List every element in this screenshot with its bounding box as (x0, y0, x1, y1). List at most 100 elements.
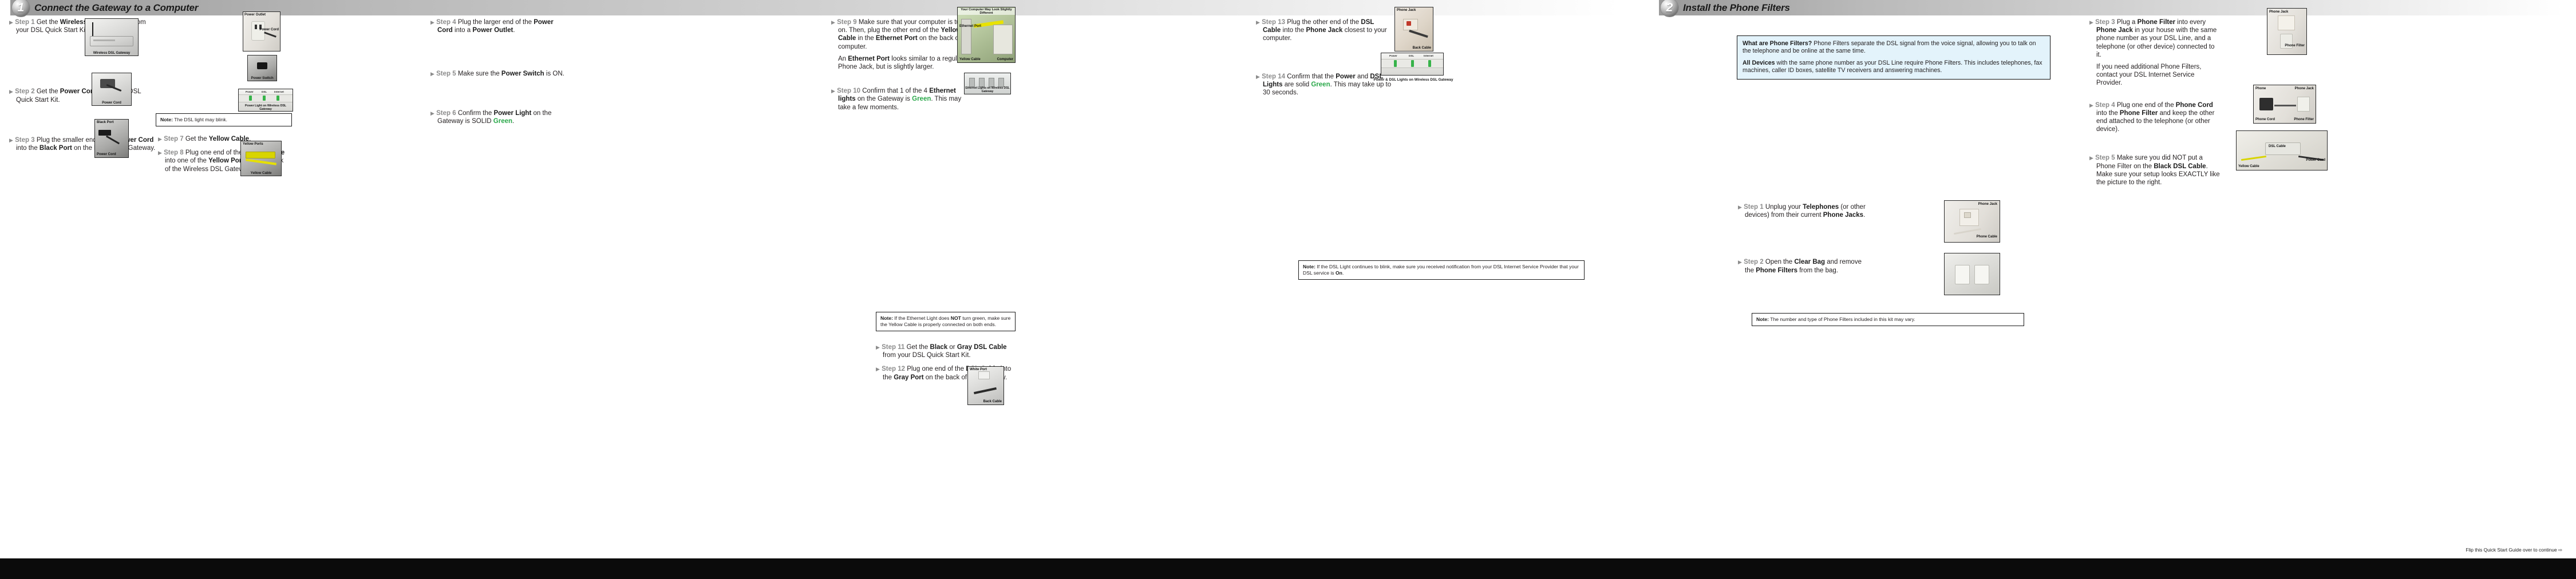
bullet-triangle-icon: ▶ (1256, 73, 1260, 80)
figure-correct-setup: DSL Cable Power Cord Yellow Cable (2236, 130, 2328, 170)
figure-phone-filter-in-jack: Phone Jack Phone Filter (2267, 8, 2307, 55)
step-14: ▶ Step 14 Confirm that the Power and DSL… (1256, 73, 1393, 97)
note-prefix: Note: (1756, 316, 1769, 322)
phonejack-photo (1395, 7, 1433, 51)
figure-label-yellow-cable: Yellow Cable (2238, 165, 2259, 168)
led-label-dsl: DSL (262, 90, 267, 93)
figure-power-switch: Power Switch (247, 55, 277, 81)
note-dsl-light-blink: Note: The DSL light may blink. (156, 113, 292, 127)
outlet-photo (243, 12, 280, 51)
figure-power-cord: Power Cord (92, 73, 132, 106)
led-power (1394, 60, 1397, 67)
led-label-power: Power (246, 90, 254, 93)
bullet-triangle-icon: ▶ (9, 137, 13, 143)
figure-label-phone-cord: Phone Cord (2255, 118, 2275, 121)
bullet-triangle-icon: ▶ (2089, 19, 2093, 25)
figure-label-power-outlet: Power Outlet (244, 13, 266, 17)
figure-label-phone-cable: Phone Cable (1976, 235, 1997, 239)
figure-phone-jack-dsl: Phone Jack Back Cable (1394, 7, 1433, 51)
figure-caption-power-dsl-lights: Power & DSL Lights on Wireless DSL Gatew… (1373, 78, 1453, 82)
bullet-triangle-icon: ▶ (9, 19, 13, 25)
figure-phone-cord-filter: Phone Phone Jack Phone Cord Phone Filter (2253, 85, 2316, 124)
column-4: ▶ Step 13 Plug the other end of the DSL … (1256, 16, 1393, 98)
step-11-label: Step 11 (882, 344, 905, 351)
section-1-title: Connect the Gateway to a Computer (34, 2, 199, 13)
note-text: If the DSL Light continues to blink, mak… (1303, 264, 1579, 276)
figure-label-yellow-cable: Yellow Cable (959, 58, 981, 61)
step-5: ▶ Step 5 Make sure the Power Switch is O… (430, 70, 568, 78)
infobox-q-bold: What are Phone Filters? (1743, 40, 1812, 47)
bullet-triangle-icon: ▶ (1738, 204, 1742, 210)
led-power (249, 96, 252, 101)
step-9-paragraph: An Ethernet Port looks similar to a regu… (838, 55, 963, 71)
bullet-triangle-icon: ▶ (9, 89, 13, 95)
note-dsl-service-on: Note: If the DSL Light continues to blin… (1298, 260, 1585, 280)
filter-step-2-label: Step 2 (1744, 259, 1764, 266)
step-7-label: Step 7 (164, 136, 184, 142)
step-3-label: Step 3 (15, 136, 35, 144)
figure-label-back-cable: Back Cable (983, 400, 1002, 403)
step-10: ▶ Step 10 Confirm that 1 of the 4 Ethern… (831, 87, 973, 112)
flip-guide-note: Flip this Quick Start Guide over to cont… (2466, 547, 2562, 553)
figure-label-power-cord: Power Cord (97, 153, 116, 156)
step-2-label: Step 2 (15, 88, 35, 96)
filter-step-1-label: Step 1 (1744, 204, 1764, 211)
figure-caption: Power Light on Wireless DSL Gateway (244, 104, 287, 111)
step-3: ▶ Step 3 Plug the smaller end of the Pow… (9, 136, 158, 152)
filter-step-5-text: Make sure you did NOT put a Phone Filter… (2096, 154, 2220, 187)
filter-step-3-paragraph: If you need additional Phone Filters, co… (2096, 64, 2202, 87)
figure-label-phone-filter: Phone Filter (2294, 118, 2314, 121)
filter-step-1: ▶ Step 1 Unplug your Telephones (or othe… (1738, 203, 1867, 219)
gateway-back-photo (95, 120, 128, 157)
section-2-title: Install the Phone Filters (1683, 2, 1790, 13)
bullet-triangle-icon: ▶ (158, 150, 162, 156)
figure-caption: Power Switch (251, 76, 274, 80)
section-2-number: 2 (1660, 0, 1679, 17)
figure-power-outlet: Power Outlet Power Cord (243, 11, 280, 51)
filter-jack-photo (2267, 9, 2306, 54)
figure-label-phone-jack: Phone Jack (1397, 9, 1416, 12)
figure-label-phone-filter: Phone Filter (2285, 44, 2305, 47)
step-9-text: Make sure that your computer is turned o… (838, 19, 973, 50)
led-dsl (1411, 60, 1414, 67)
bullet-triangle-icon: ▶ (2089, 155, 2093, 161)
note-prefix: Note: (880, 315, 893, 321)
figure-label-computer: Computer (997, 58, 1013, 61)
step-12-label: Step 12 (882, 366, 906, 373)
column-2: ▶ Step 4 Plug the larger end of the Powe… (430, 16, 568, 126)
figure-yellow-cable-ports: Yellow Ports Yellow Cable (240, 141, 282, 176)
bullet-triangle-icon: ▶ (430, 19, 434, 25)
led-label-internet: Internet (274, 90, 284, 93)
note-ethernet-light: Note: If the Ethernet Light does NOT tur… (876, 312, 1016, 332)
bullet-triangle-icon: ▶ (876, 366, 880, 372)
note-text: The number and type of Phone Filters inc… (1770, 316, 1915, 322)
section-2-header: 2 Install the Phone Filters (1659, 0, 2563, 17)
figure-ethernet-lights: Ethernet Lights on Wireless DSL Gateway (964, 73, 1011, 94)
figure-label-black-port: Black Port (97, 121, 114, 124)
bullet-triangle-icon: ▶ (876, 344, 880, 350)
filter-step-3: ▶ Step 3 Plug a Phone Filter into every … (2089, 18, 2221, 88)
step-6-label: Step 6 (436, 109, 456, 117)
figure-label-power-cord: Power Cord (2306, 158, 2325, 162)
computer-photo (958, 7, 1015, 62)
figure-label-white-port: White Port (970, 368, 987, 371)
power-dsl-leds-photo: Power DSL Internet (1381, 53, 1443, 75)
bullet-triangle-icon: ▶ (158, 136, 162, 142)
step-4: ▶ Step 4 Plug the larger end of the Powe… (430, 18, 568, 34)
infobox-paragraph-1: What are Phone Filters? Phone Filters se… (1743, 40, 2045, 55)
step-10-label: Step 10 (837, 88, 861, 95)
filter-step-2: ▶ Step 2 Open the Clear Bag and remove t… (1738, 258, 1867, 274)
bullet-triangle-icon: ▶ (1738, 259, 1742, 265)
white-port-photo (968, 367, 1003, 404)
infobox-p2-rest: with the same phone number as your DSL L… (1743, 59, 2042, 74)
filter-step-5-label: Step 5 (2095, 154, 2115, 162)
bullet-triangle-icon: ▶ (2089, 102, 2093, 108)
figure-label-phone-jack: Phone Jack (1978, 203, 1997, 206)
step-1-label: Step 1 (15, 19, 35, 26)
figure-phone-jack-cable: Phone Jack Phone Cable (1944, 200, 2000, 243)
figure-top-label: Your Computer May Look Slightly Differen… (958, 8, 1015, 15)
infobox-p2-bold: All Devices (1743, 59, 1775, 66)
note-prefix: Note: (1303, 264, 1315, 269)
figure-black-port-power-cord: Black Port Power Cord (94, 119, 129, 158)
figure-power-dsl-lights: Power DSL Internet (1381, 53, 1444, 76)
